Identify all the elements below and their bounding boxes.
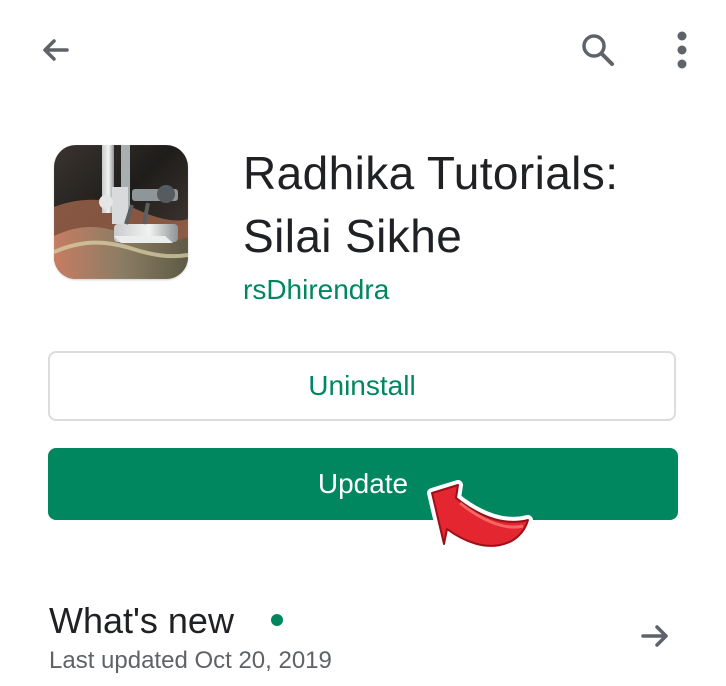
update-button[interactable]: Update bbox=[48, 448, 678, 520]
app-icon bbox=[54, 145, 188, 279]
new-indicator-dot bbox=[271, 614, 283, 626]
search-button[interactable] bbox=[568, 20, 628, 80]
app-details-screen: Radhika Tutorials: Silai Sikhe rsDhirend… bbox=[0, 0, 726, 686]
whats-new-arrow-button[interactable] bbox=[627, 608, 683, 664]
whats-new-title: What's new bbox=[49, 600, 234, 641]
search-icon bbox=[582, 34, 614, 66]
app-title: Radhika Tutorials: Silai Sikhe bbox=[243, 147, 619, 262]
uninstall-button[interactable]: Uninstall bbox=[48, 351, 676, 421]
back-arrow-icon bbox=[43, 39, 69, 61]
developer-link[interactable]: rsDhirendra bbox=[243, 274, 389, 306]
sewing-machine-app-icon bbox=[54, 145, 188, 279]
back-button[interactable] bbox=[26, 20, 86, 80]
more-vertical-icon bbox=[677, 31, 687, 69]
more-options-button[interactable] bbox=[652, 20, 712, 80]
right-arrow-icon bbox=[641, 625, 668, 647]
last-updated-text: Last updated Oct 20, 2019 bbox=[49, 647, 332, 674]
